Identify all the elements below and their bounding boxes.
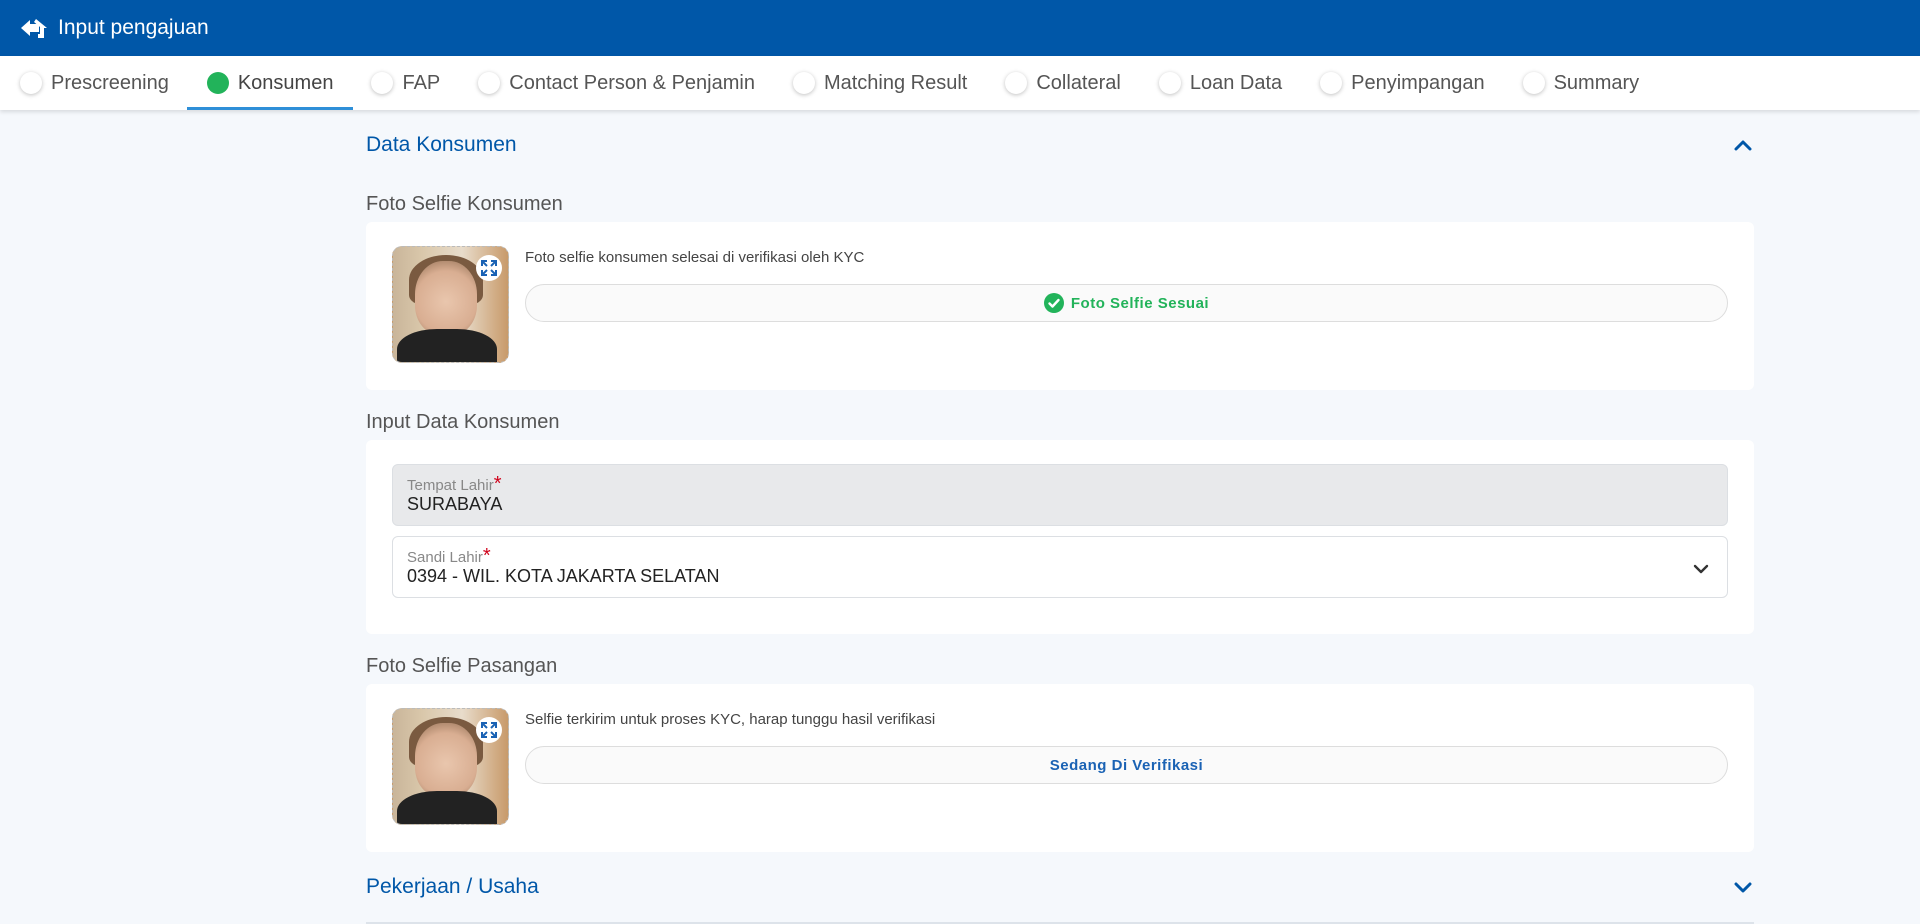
sandi-lahir-select[interactable]: Sandi Lahir* 0394 - WIL. KOTA JAKARTA SE…	[392, 536, 1728, 598]
expand-icon[interactable]	[476, 717, 502, 743]
tab-prescreening[interactable]: Prescreening	[20, 56, 189, 110]
status-badge: Foto Selfie Sesuai	[525, 284, 1728, 322]
page-title: Input pengajuan	[58, 16, 209, 39]
input-data-konsumen-title: Input Data Konsumen	[366, 411, 560, 433]
step-dot-icon	[20, 72, 42, 94]
tab-penyimpangan[interactable]: Penyimpangan	[1320, 56, 1504, 110]
tab-label: Matching Result	[823, 71, 968, 94]
tab-label: Konsumen	[237, 71, 334, 94]
status-text: Sedang Di Verifikasi	[1049, 756, 1204, 774]
step-dot-icon	[1158, 72, 1181, 94]
required-mark: *	[482, 545, 491, 567]
chevron-down-icon	[1693, 564, 1709, 574]
status-badge: Sedang Di Verifikasi	[525, 746, 1728, 784]
tab-label: Loan Data	[1189, 71, 1283, 94]
kyc-note: Selfie terkirim untuk proses KYC, harap …	[525, 711, 936, 728]
tab-konsumen[interactable]: Konsumen	[186, 56, 354, 110]
step-dot-icon	[792, 72, 815, 94]
main-content: Data Konsumen Foto Selfie Konsumen Foto …	[366, 110, 1754, 924]
foto-selfie-konsumen-card: Foto selfie konsumen selesai di verifika…	[366, 222, 1754, 390]
field-value: SURABAYA	[407, 494, 503, 514]
step-dot-icon	[206, 72, 229, 94]
chevron-up-icon	[1734, 140, 1752, 151]
tab-fap[interactable]: FAP	[371, 56, 460, 110]
step-dot-icon	[1320, 72, 1343, 94]
kyc-note: Foto selfie konsumen selesai di verifika…	[525, 249, 865, 266]
selfie-photo[interactable]	[392, 246, 509, 363]
input-data-konsumen-card: Tempat Lahir* SURABAYA Sandi Lahir* 0394…	[366, 440, 1754, 634]
foto-selfie-pasangan-card: Selfie terkirim untuk proses KYC, harap …	[366, 684, 1754, 852]
app-header: Input pengajuan	[0, 0, 1920, 56]
tab-label: Summary	[1553, 71, 1640, 94]
required-mark: *	[493, 473, 502, 495]
tempat-lahir-field[interactable]: Tempat Lahir* SURABAYA	[392, 464, 1728, 526]
tab-matching-result[interactable]: Matching Result	[792, 56, 987, 110]
tab-label: Penyimpangan	[1351, 71, 1485, 94]
pekerjaan-usaha-header[interactable]: Pekerjaan / Usaha	[366, 852, 1754, 922]
step-dot-icon	[1005, 72, 1028, 94]
tab-collateral[interactable]: Collateral	[1005, 56, 1140, 110]
foto-selfie-konsumen-title: Foto Selfie Konsumen	[366, 193, 563, 215]
tab-label: Collateral	[1036, 71, 1121, 94]
field-label: Tempat Lahir	[407, 477, 494, 494]
foto-selfie-pasangan-title: Foto Selfie Pasangan	[366, 655, 558, 677]
stepper-tabs: Prescreening Konsumen FAP Contact Person…	[0, 56, 1920, 110]
home-back-icon[interactable]	[18, 12, 50, 44]
step-dot-icon	[371, 72, 394, 94]
section-title: Pekerjaan / Usaha	[366, 875, 539, 898]
tab-loan-data[interactable]: Loan Data	[1158, 56, 1302, 110]
data-konsumen-header[interactable]: Data Konsumen	[366, 110, 1754, 180]
tab-label: FAP	[402, 71, 441, 94]
chevron-down-icon	[1734, 882, 1752, 893]
step-dot-icon	[478, 72, 501, 94]
status-text: Foto Selfie Sesuai	[1070, 294, 1210, 312]
tab-summary[interactable]: Summary	[1522, 56, 1660, 110]
field-label: Sandi Lahir	[407, 549, 483, 566]
tab-contact-person-penjamin[interactable]: Contact Person & Penjamin	[478, 56, 775, 110]
selfie-photo[interactable]	[392, 708, 509, 825]
tab-label: Prescreening	[51, 71, 169, 94]
section-title: Data Konsumen	[366, 133, 517, 156]
step-dot-icon	[1522, 72, 1545, 94]
check-circle-icon	[1043, 293, 1064, 313]
field-value: 0394 - WIL. KOTA JAKARTA SELATAN	[407, 566, 720, 586]
expand-icon[interactable]	[476, 255, 502, 281]
tab-label: Contact Person & Penjamin	[509, 71, 755, 94]
